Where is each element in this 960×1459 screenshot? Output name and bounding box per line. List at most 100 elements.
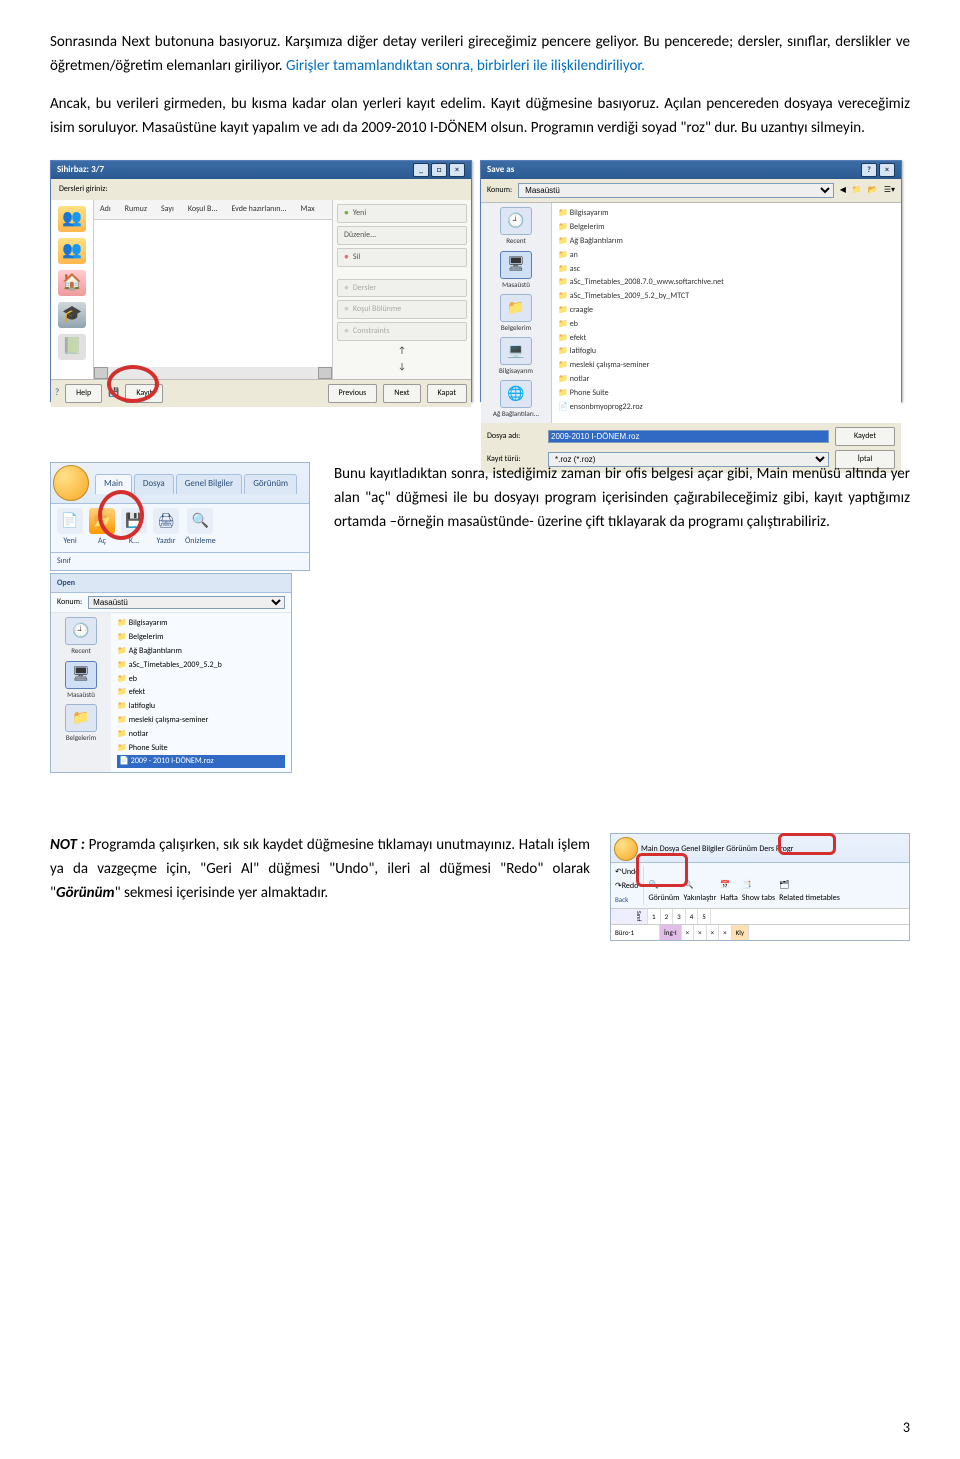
tt-kly[interactable]: Kly [732,925,749,940]
tab-main[interactable]: Main [95,474,132,493]
ritem-gorunum[interactable]: 🔍Görünüm [648,879,679,905]
file-item[interactable]: Bilgisayarım [558,207,895,220]
save-icon[interactable]: 💾 [108,386,119,400]
location-select[interactable]: Masaüstü [518,183,834,198]
file-item[interactable]: Belgelerim [558,221,895,234]
file-item[interactable]: Ağ Bağlantılarım [558,235,895,248]
arrow-up-icon[interactable]: ↑ [398,344,406,358]
up-icon[interactable]: 📁 [852,184,862,197]
split-button[interactable]: Koşul Bölünme [337,300,467,319]
file-item[interactable]: ensonbmyoprog22.roz [558,401,895,414]
open-item[interactable]: efekt [117,686,285,699]
help-icon[interactable]: ? [55,386,59,400]
filename-input[interactable] [548,430,829,443]
open-item[interactable]: eb [117,673,285,686]
place-recent[interactable]: 🕘Recent [500,207,532,246]
open-item[interactable]: 📄 2009 - 2010 I-DÖNEM.roz [117,755,285,768]
file-item[interactable]: an [558,249,895,262]
people-icon[interactable] [58,206,86,232]
undo-button[interactable]: ↶Undo [615,866,639,879]
place-computer[interactable]: 💻Bilgisayarım [499,337,533,376]
people2-icon[interactable] [58,238,86,264]
col-kosul[interactable]: Koşul B... [188,203,218,216]
open-file-list[interactable]: BilgisayarımBelgelerimAğ BağlantılarımaS… [111,613,291,772]
ritem-zoom[interactable]: 🔍Yakınlaştır [684,879,717,905]
file-item[interactable]: craagle [558,304,895,317]
tab2-gorunum[interactable]: Görünüm [726,843,757,856]
file-item[interactable]: notlar [558,373,895,386]
open-item[interactable]: aSc_Timetables_2009_5.2_b [117,659,285,672]
constraints-button[interactable]: Constraints [337,322,467,341]
ribbon-item-yazdır[interactable]: 🖨Yazdır [153,508,179,548]
ribbon-item-yeni[interactable]: 📄Yeni [57,508,83,548]
back-icon[interactable]: ◀ [840,184,846,197]
house-icon[interactable] [58,270,86,296]
tab2-dosya[interactable]: Dosya [660,843,679,856]
minimize-icon[interactable]: _ [413,163,429,177]
place-network[interactable]: 🌐Ağ Bağlantıları... [493,380,539,419]
place-desktop[interactable]: 🖥Masaüstü [500,251,532,290]
office-orb-icon[interactable] [53,465,89,501]
tab2-genel[interactable]: Genel Bilgiler [681,843,724,856]
close-icon[interactable]: × [879,163,895,177]
col-evde[interactable]: Evde hazırlanın... [231,203,286,216]
newfolder-icon[interactable]: 📂 [868,184,878,197]
graduate-icon[interactable] [58,302,86,328]
office-orb-small-icon[interactable] [614,837,638,861]
file-item[interactable]: latifoglu [558,345,895,358]
save-button[interactable]: Kayıt [125,384,163,403]
ribbon-item-k...[interactable]: 💾K... [121,508,147,548]
new-button[interactable]: Yeni [337,204,467,223]
open-item[interactable]: notlar [117,728,285,741]
col-rumuz[interactable]: Rumuz [125,203,147,216]
tab2-dersprogr[interactable]: Ders Progr [759,843,793,856]
h-scrollbar[interactable] [94,367,332,379]
file-item[interactable]: efekt [558,332,895,345]
open-item[interactable]: Ağ Bağlantılarım [117,645,285,658]
place-documents[interactable]: 📁Belgelerim [500,294,532,333]
file-item[interactable]: aSc_Timetables_2009_5.2_by_MTCT [558,290,895,303]
saveas-save-button[interactable]: Kaydet [835,427,895,446]
view-icon[interactable]: ☰▾ [884,184,895,197]
close-icon[interactable]: × [449,163,465,177]
next-button[interactable]: Next [383,384,420,403]
lessons-button[interactable]: Dersler [337,279,467,298]
help-button[interactable]: Help [65,384,102,403]
book-icon[interactable] [58,334,86,360]
tab-genel[interactable]: Genel Bilgiler [176,474,242,493]
close-button[interactable]: Kapat [427,384,468,403]
col-sayi[interactable]: Sayı [161,203,174,216]
open-location-select[interactable]: Masaüstü [88,596,285,609]
open-item[interactable]: Belgelerim [117,631,285,644]
tab-dosya[interactable]: Dosya [134,474,174,493]
edit-button[interactable]: Düzenle... [337,226,467,245]
help-icon[interactable]: ? [861,163,877,177]
ritem-hafta[interactable]: 📅Hafta [720,879,737,905]
previous-button[interactable]: Previous [328,384,378,403]
open-place-desktop[interactable]: 🖥Masaüstü [65,661,97,700]
file-item[interactable]: aSc_Timetables_2008.7.0_www.softarchive.… [558,276,895,289]
ritem-showtabs[interactable]: 📑Show tabs [742,879,775,905]
open-place-documents[interactable]: 📁Belgelerim [65,704,97,743]
open-item[interactable]: Phone Suite [117,742,285,755]
delete-button[interactable]: Sil [337,248,467,267]
open-item[interactable]: mesleki çalışma-seminer [117,714,285,727]
open-item[interactable]: Bilgisayarım [117,617,285,630]
file-item[interactable]: Phone Suite [558,387,895,400]
file-item[interactable]: eb [558,318,895,331]
open-place-recent[interactable]: 🕘Recent [65,617,97,656]
col-max[interactable]: Max [300,203,314,216]
ribbon-item-aç[interactable]: 📂Aç [89,508,115,548]
col-adi[interactable]: Adı [100,203,111,216]
arrow-down-icon[interactable]: ↓ [398,360,406,374]
tt-ing[interactable]: İng-I [660,925,682,940]
file-item[interactable]: mesleki çalışma-seminer [558,359,895,372]
tab-gorunum[interactable]: Görünüm [244,474,297,493]
redo-button[interactable]: ↷Redo [615,880,639,893]
file-list[interactable]: BilgisayarımBelgelerimAğ Bağlantılarıman… [552,203,901,423]
file-item[interactable]: asc [558,263,895,276]
ribbon-item-önizleme[interactable]: 🔍Önizleme [185,508,216,548]
tab2-main[interactable]: Main [641,843,658,856]
maximize-icon[interactable]: □ [431,163,447,177]
open-item[interactable]: latifoglu [117,700,285,713]
